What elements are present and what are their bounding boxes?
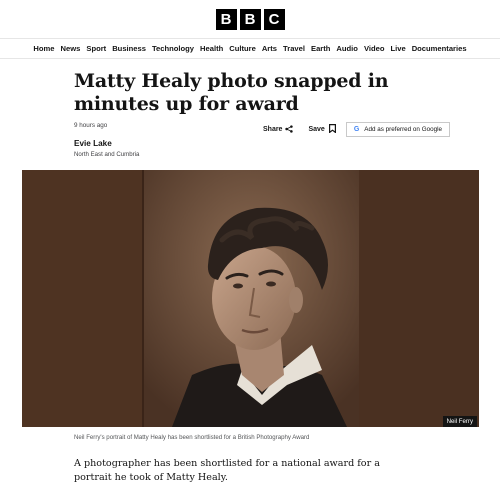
article-actions: Share Save G Add as preferred on Google: [263, 122, 450, 137]
nav-item-travel[interactable]: Travel: [283, 44, 305, 53]
photo-caption: Neil Ferry's portrait of Matty Healy has…: [74, 434, 310, 441]
add-preferred-google-button[interactable]: G Add as preferred on Google: [345, 122, 450, 137]
bookmark-icon: [328, 124, 336, 135]
share-icon: [285, 124, 294, 135]
nav-item-documentaries[interactable]: Documentaries: [412, 44, 467, 53]
nav-item-health[interactable]: Health: [200, 44, 223, 53]
author-name[interactable]: Evie Lake: [74, 139, 112, 148]
article-photo: Neil Ferry: [22, 170, 479, 427]
nav-item-arts[interactable]: Arts: [262, 44, 277, 53]
nav-item-technology[interactable]: Technology: [152, 44, 194, 53]
share-label: Share: [263, 126, 283, 133]
google-g-icon: G: [353, 126, 360, 133]
nav-item-video[interactable]: Video: [364, 44, 385, 53]
bbc-logo-letter: C: [263, 8, 285, 30]
nav-item-news[interactable]: News: [61, 44, 81, 53]
nav-item-earth[interactable]: Earth: [311, 44, 330, 53]
save-button[interactable]: Save: [308, 124, 336, 135]
article-intro: A photographer has been shortlisted for …: [74, 458, 380, 483]
bbc-logo-letter: B: [239, 8, 261, 30]
share-button[interactable]: Share: [263, 124, 294, 135]
nav-item-audio[interactable]: Audio: [336, 44, 358, 53]
main-nav: Home News Sport Business Technology Heal…: [0, 38, 500, 59]
portrait-image: [22, 170, 479, 427]
nav-item-business[interactable]: Business: [112, 44, 146, 53]
author-role: North East and Cumbria: [74, 151, 140, 158]
nav-item-live[interactable]: Live: [390, 44, 405, 53]
photo-credit: Neil Ferry: [442, 416, 477, 427]
nav-item-sport[interactable]: Sport: [86, 44, 106, 53]
nav-item-culture[interactable]: Culture: [229, 44, 256, 53]
article-headline: Matty Healy photo snapped in minutes up …: [74, 70, 389, 115]
nav-item-home[interactable]: Home: [33, 44, 54, 53]
google-button-label: Add as preferred on Google: [364, 126, 442, 133]
masthead: B B C: [0, 0, 500, 38]
article-timestamp: 9 hours ago: [74, 122, 108, 129]
bbc-logo-letter: B: [215, 8, 237, 30]
save-label: Save: [308, 126, 325, 133]
bbc-logo[interactable]: B B C: [215, 8, 285, 30]
